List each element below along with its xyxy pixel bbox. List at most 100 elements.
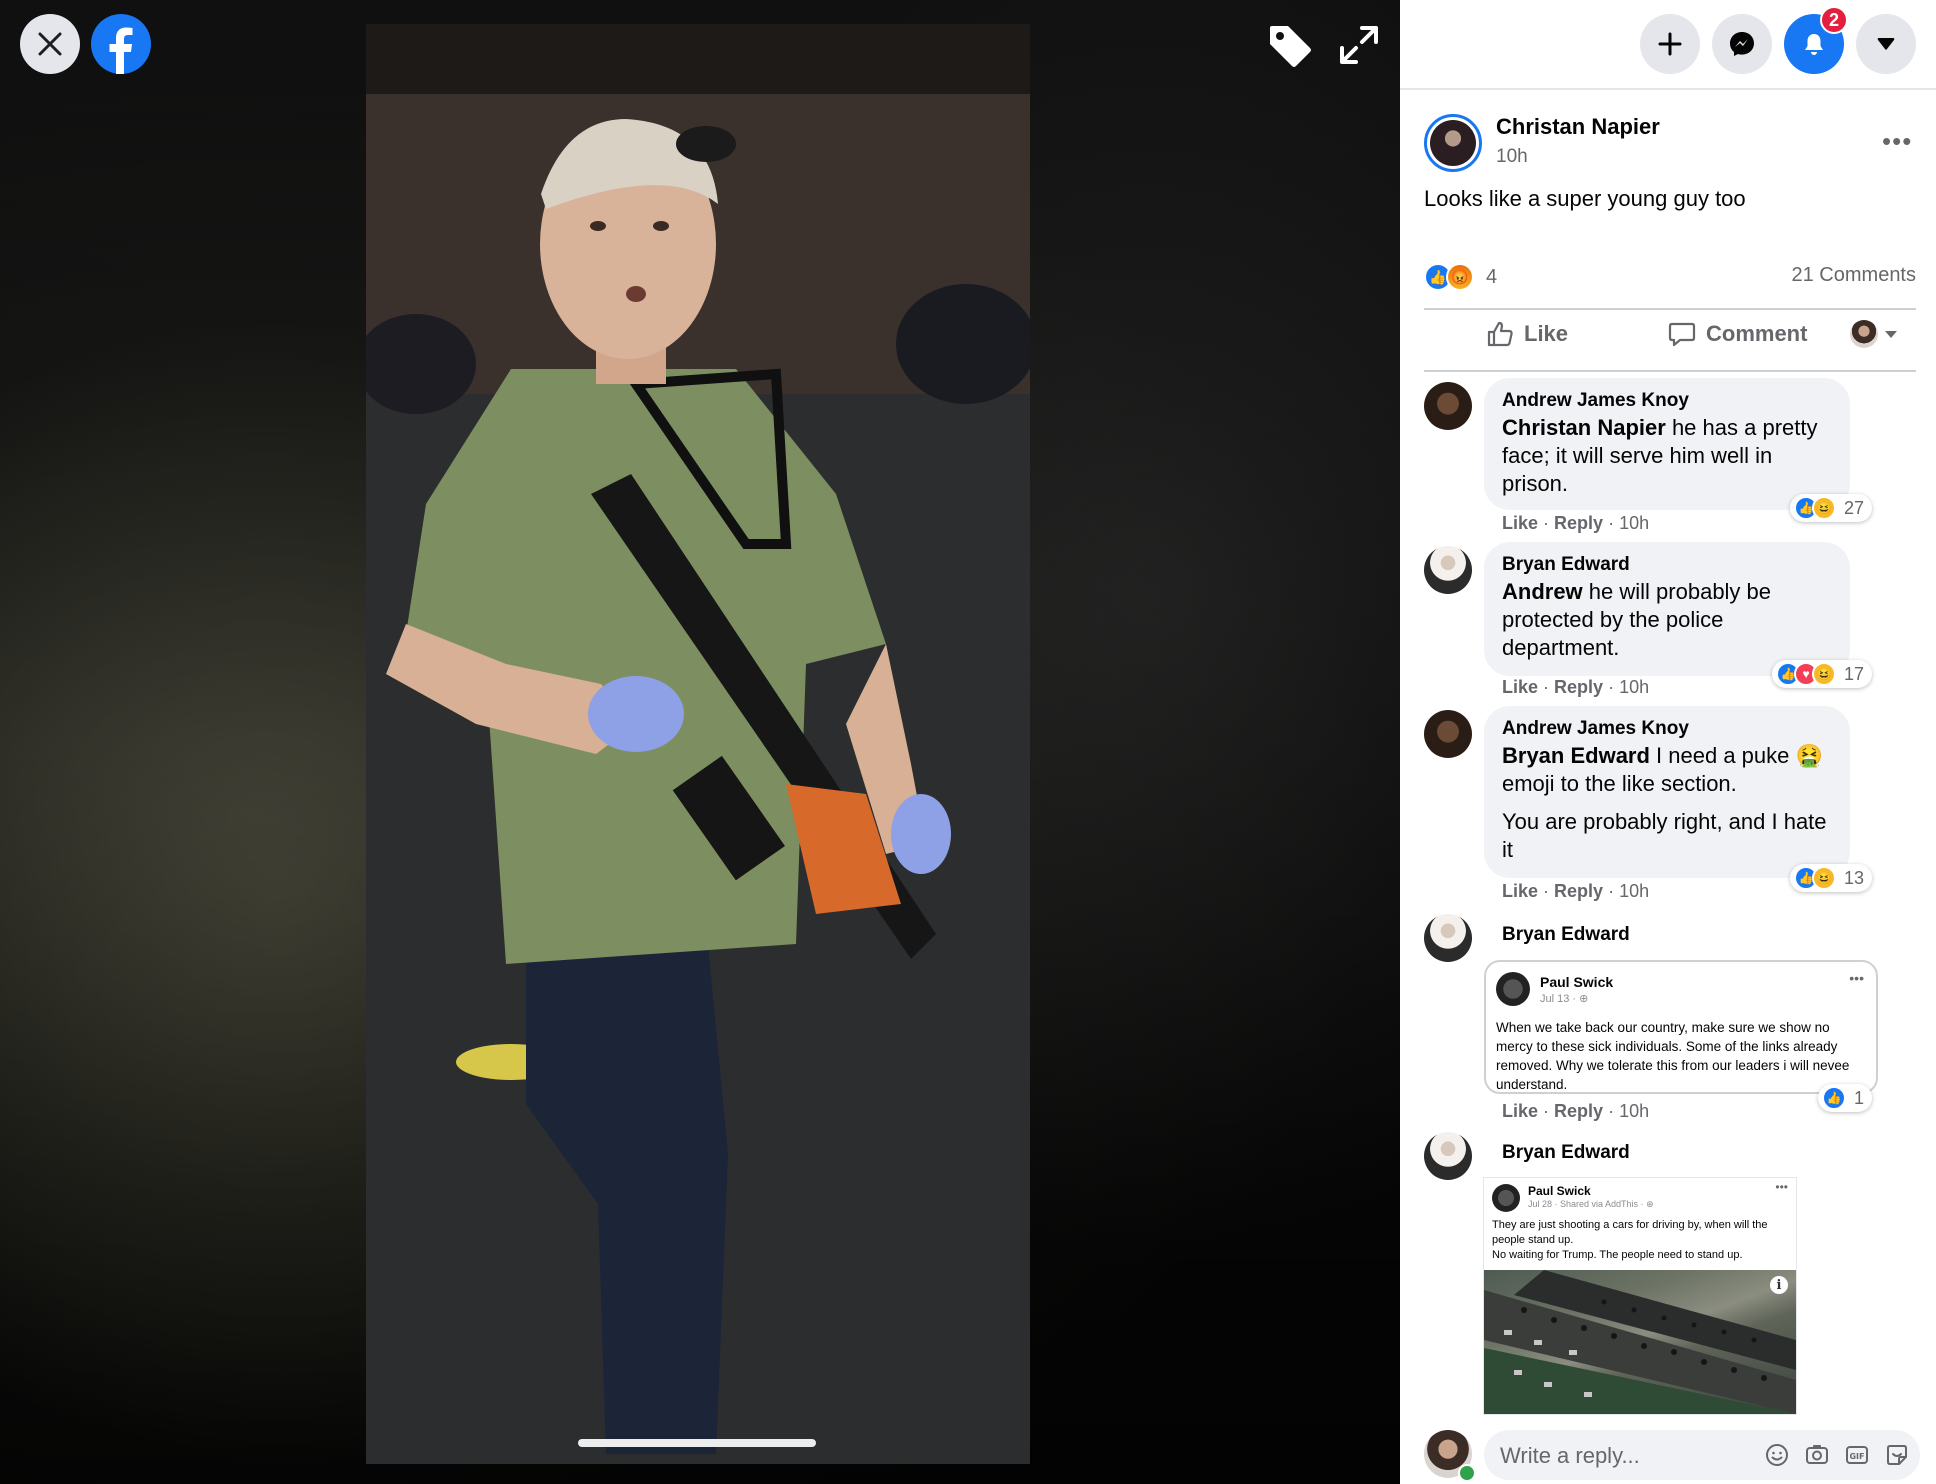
post-author-name[interactable]: Christan Napier bbox=[1496, 114, 1660, 140]
post-text: Looks like a super young guy too bbox=[1424, 186, 1746, 211]
screenshot-text-line: They are just shooting a cars for drivin… bbox=[1492, 1219, 1768, 1246]
screenshot-date: Jul 13 · ⊕ bbox=[1540, 992, 1588, 1005]
photo-scene bbox=[366, 24, 1030, 1464]
create-button[interactable] bbox=[1640, 14, 1700, 74]
commenter-name[interactable]: Bryan Edward bbox=[1502, 922, 1630, 948]
comment-mention[interactable]: Bryan Edward bbox=[1502, 743, 1650, 768]
post-author-avatar[interactable] bbox=[1424, 114, 1482, 172]
screenshot-avatar bbox=[1496, 972, 1530, 1006]
comment-reaction-count: 17 bbox=[1844, 663, 1865, 684]
reply-input[interactable]: Write a reply... GIF bbox=[1484, 1430, 1920, 1480]
like-label: Like bbox=[1524, 321, 1569, 346]
comment-text: Christan Napier he has a pretty face; it… bbox=[1502, 414, 1832, 498]
comment-text-second-paragraph: You are probably right, and I hate it bbox=[1502, 809, 1827, 862]
messenger-icon bbox=[1730, 32, 1754, 56]
haha-reaction-icon: 😆 bbox=[1812, 662, 1836, 686]
emoji-icon[interactable] bbox=[1764, 1442, 1790, 1468]
comment-like-link[interactable]: Like bbox=[1502, 881, 1538, 901]
notifications-button[interactable]: 2 bbox=[1784, 6, 1848, 74]
post-actions: Like Comment bbox=[1424, 310, 1916, 368]
reply-placeholder: Write a reply... bbox=[1500, 1443, 1640, 1468]
comment-bubble: Andrew James Knoy Bryan Edward I need a … bbox=[1484, 706, 1850, 878]
globe-icon: ⊕ bbox=[1579, 993, 1589, 1005]
commenter-avatar[interactable] bbox=[1424, 546, 1472, 594]
comment-reply-link[interactable]: Reply bbox=[1554, 881, 1603, 901]
commenter-avatar[interactable] bbox=[1424, 382, 1472, 430]
commenter-name[interactable]: Andrew James Knoy bbox=[1502, 388, 1832, 414]
comment-time[interactable]: 10h bbox=[1619, 513, 1649, 533]
comment-meta: Like · Reply · 10h bbox=[1502, 513, 1650, 533]
comment-reply-link[interactable]: Reply bbox=[1554, 513, 1603, 533]
expand-icon[interactable] bbox=[1336, 22, 1382, 68]
close-button[interactable] bbox=[20, 14, 80, 74]
like-reaction-icon: 👍 bbox=[1822, 1086, 1846, 1110]
comment-reactions[interactable]: 👍 ♥ 😆 17 bbox=[1772, 660, 1873, 688]
aerial-scene bbox=[1484, 1270, 1796, 1414]
screenshot-avatar bbox=[1492, 1184, 1520, 1212]
like-button[interactable]: Like bbox=[1486, 320, 1568, 348]
photo-viewer bbox=[0, 0, 1400, 1484]
comment-mention[interactable]: Andrew bbox=[1502, 579, 1583, 604]
comment-text: Bryan Edward I need a puke 🤮 emoji to th… bbox=[1502, 742, 1832, 798]
home-indicator bbox=[578, 1439, 816, 1447]
share-as-selector[interactable] bbox=[1850, 320, 1908, 348]
post-timestamp[interactable]: 10h bbox=[1496, 146, 1528, 168]
online-status-indicator bbox=[1458, 1464, 1476, 1482]
screenshot-date-text: Jul 13 · bbox=[1540, 993, 1580, 1005]
comment-meta: Like · Reply · 10h bbox=[1502, 677, 1650, 697]
commenter-name[interactable]: Andrew James Knoy bbox=[1502, 716, 1832, 742]
messenger-button[interactable] bbox=[1712, 14, 1772, 74]
comment-image-screenshot[interactable]: Paul Swick Jul 28 · Shared via AddThis ·… bbox=[1484, 1178, 1796, 1414]
haha-reaction-icon: 😆 bbox=[1812, 866, 1836, 890]
screenshot-text-line: No waiting for Trump. The people need to… bbox=[1492, 1249, 1743, 1261]
comment-reply-link[interactable]: Reply bbox=[1554, 677, 1603, 697]
user-avatar-small bbox=[1850, 320, 1878, 348]
comment-reply-link[interactable]: Reply bbox=[1554, 1101, 1603, 1121]
post-reactions[interactable]: 👍 😡 4 bbox=[1424, 262, 1497, 292]
comment-reactions[interactable]: 👍 😆 13 bbox=[1790, 864, 1873, 892]
comment-label: Comment bbox=[1706, 321, 1808, 346]
comment-count[interactable]: 21 Comments bbox=[1792, 264, 1917, 287]
comment-time[interactable]: 10h bbox=[1619, 1101, 1649, 1121]
divider bbox=[1424, 370, 1916, 372]
comment-button[interactable]: Comment bbox=[1668, 320, 1807, 348]
comment-reactions[interactable]: 👍 😆 27 bbox=[1790, 494, 1873, 522]
post-panel: 2 Christan Napier 10h ••• Looks like a s… bbox=[1400, 0, 1936, 1484]
commenter-name[interactable]: Bryan Edward bbox=[1502, 552, 1832, 578]
more-options-icon[interactable]: ••• bbox=[1882, 126, 1912, 157]
commenter-avatar[interactable] bbox=[1424, 1132, 1472, 1180]
comment-reaction-count: 13 bbox=[1844, 867, 1865, 888]
camera-icon[interactable] bbox=[1804, 1442, 1830, 1468]
bell-icon bbox=[1805, 34, 1823, 55]
sticker-icon[interactable] bbox=[1884, 1442, 1910, 1468]
account-menu-button[interactable] bbox=[1856, 14, 1916, 74]
comment-image-screenshot[interactable]: Paul Swick Jul 13 · ⊕ ••• When we take b… bbox=[1484, 960, 1878, 1094]
comment-like-link[interactable]: Like bbox=[1502, 677, 1538, 697]
tag-icon[interactable] bbox=[1266, 22, 1314, 70]
comment-bubble: Andrew James Knoy Christan Napier he has… bbox=[1484, 378, 1850, 510]
notification-badge: 2 bbox=[1820, 6, 1848, 34]
comment-reactions[interactable]: 👍 1 bbox=[1818, 1084, 1873, 1112]
svg-text:GIF: GIF bbox=[1849, 1452, 1864, 1461]
screenshot-date: Jul 28 · Shared via AddThis · ⊕ bbox=[1528, 1199, 1654, 1210]
commenter-avatar[interactable] bbox=[1424, 710, 1472, 758]
comment-mention[interactable]: Christan Napier bbox=[1502, 415, 1666, 440]
facebook-logo-icon bbox=[109, 27, 133, 74]
screenshot-more-icon: ••• bbox=[1849, 970, 1864, 986]
comment-reaction-count: 27 bbox=[1844, 497, 1865, 518]
gif-icon[interactable]: GIF bbox=[1844, 1442, 1870, 1468]
facebook-logo-button[interactable] bbox=[91, 14, 151, 74]
haha-reaction-icon: 😆 bbox=[1812, 496, 1836, 520]
screenshot-date-text: Jul 28 · Shared via AddThis · bbox=[1528, 1199, 1647, 1209]
commenter-name[interactable]: Bryan Edward bbox=[1502, 1140, 1630, 1166]
screenshot-more-icon: ••• bbox=[1775, 1180, 1788, 1194]
comment-time[interactable]: 10h bbox=[1619, 677, 1649, 697]
screenshot-author: Paul Swick bbox=[1540, 974, 1614, 990]
photo[interactable] bbox=[366, 24, 1030, 1464]
info-icon: i bbox=[1770, 1276, 1788, 1294]
comment-time[interactable]: 10h bbox=[1619, 881, 1649, 901]
comment-like-link[interactable]: Like bbox=[1502, 1101, 1538, 1121]
commenter-avatar[interactable] bbox=[1424, 914, 1472, 962]
comment-like-link[interactable]: Like bbox=[1502, 513, 1538, 533]
plus-icon bbox=[1658, 32, 1682, 56]
